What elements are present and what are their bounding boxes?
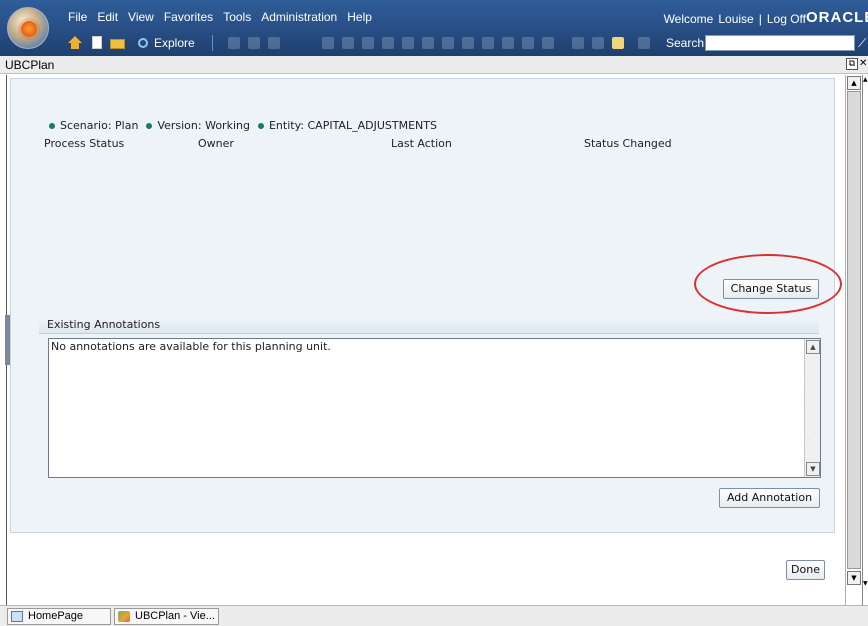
open-folder-icon[interactable]: [110, 36, 125, 50]
notes-icon[interactable]: [612, 37, 624, 49]
planning-unit-panel: Scenario: Plan Version: Working Entity: …: [10, 78, 842, 533]
menu-view[interactable]: View: [128, 10, 154, 26]
search-label: Search: [666, 36, 705, 50]
search-input[interactable]: [705, 35, 855, 51]
scenario-item: Scenario: Plan: [49, 119, 138, 132]
keep-icon: [462, 37, 474, 49]
annotations-header: Existing Annotations: [39, 318, 819, 334]
app-header: File Edit View Favorites Tools Administr…: [0, 0, 868, 56]
explore-icon[interactable]: [136, 36, 150, 50]
restore-window-icon[interactable]: ⧉: [846, 58, 858, 70]
entity-label: Entity: CAPITAL_ADJUSTMENTS: [268, 119, 437, 132]
taskbar-item-ubcplan[interactable]: UBCPlan - Vie...: [114, 608, 219, 625]
column-owner: Owner: [198, 137, 234, 150]
annotations-text: No annotations are available for this pl…: [51, 340, 331, 353]
taskbar-label: UBCPlan - Vie...: [135, 610, 215, 622]
new-document-icon[interactable]: [90, 36, 104, 50]
bullet-icon: [49, 122, 55, 129]
copy-icon: [342, 37, 354, 49]
tab-ubcplan[interactable]: UBCPlan: [5, 58, 54, 72]
search-go-icon[interactable]: ⟋: [858, 36, 868, 50]
filter-icon: [592, 37, 604, 49]
content-frame: Scenario: Plan Version: Working Entity: …: [0, 75, 868, 605]
app-logo-icon[interactable]: [7, 7, 49, 49]
outer-scrollbar[interactable]: ▲ ▼: [862, 75, 868, 605]
taskbar-label: HomePage: [28, 610, 84, 622]
cut-icon: [322, 37, 334, 49]
explore-button[interactable]: Explore: [154, 36, 195, 50]
scroll-up-icon[interactable]: ▲: [847, 76, 861, 90]
toolbar: Explore Search ⟋: [60, 33, 868, 53]
menu-favorites[interactable]: Favorites: [164, 10, 213, 26]
sun-icon: [21, 21, 37, 37]
page-scrollbar[interactable]: ▲ ▼: [845, 75, 862, 605]
context-line: Scenario: Plan Version: Working Entity: …: [49, 119, 437, 132]
user-name: Louise: [718, 12, 754, 26]
ubcplan-icon: [118, 611, 130, 622]
scroll-down-icon[interactable]: ▼: [806, 462, 820, 476]
remove-icon: [482, 37, 494, 49]
print-icon: [268, 37, 280, 49]
add-annotation-button[interactable]: Add Annotation: [719, 488, 820, 508]
column-status-changed: Status Changed: [584, 137, 672, 150]
paste-icon: [362, 37, 374, 49]
save-icon: [228, 37, 240, 49]
menu-administration[interactable]: Administration: [261, 10, 337, 26]
menu-help[interactable]: Help: [347, 10, 372, 26]
bullet-icon: [146, 122, 153, 129]
welcome-area: Welcome Louise | Log Off: [664, 12, 806, 26]
list-icon: [572, 37, 584, 49]
calc-icon: [542, 37, 554, 49]
oracle-logo: ORACLE: [806, 9, 868, 26]
version-label: Version: Working: [157, 119, 250, 132]
close-icon[interactable]: ✕: [859, 58, 868, 70]
logoff-link[interactable]: Log Off: [767, 12, 806, 26]
scroll-up-icon[interactable]: ▲: [863, 76, 868, 88]
zoom-in-icon: [422, 37, 434, 49]
done-button[interactable]: Done: [786, 560, 825, 580]
toolbar-separator: [212, 35, 213, 51]
column-process-status: Process Status: [44, 137, 125, 150]
taskbar-item-homepage[interactable]: HomePage: [7, 608, 111, 625]
menu-tools[interactable]: Tools: [223, 10, 251, 26]
annotations-textarea[interactable]: No annotations are available for this pl…: [48, 338, 821, 478]
welcome-label: Welcome: [663, 12, 714, 26]
pivot-icon: [402, 37, 414, 49]
menu-file[interactable]: File: [68, 10, 87, 26]
welcome-separator: |: [758, 12, 762, 26]
scroll-down-icon[interactable]: ▼: [847, 571, 861, 585]
taskbar: HomePage UBCPlan - Vie...: [0, 605, 868, 626]
adhoc-icon: [382, 37, 394, 49]
refresh-icon: [248, 37, 260, 49]
zoom-out-icon: [442, 37, 454, 49]
homepage-icon: [11, 611, 23, 622]
bullet-icon: [257, 122, 264, 129]
scenario-label: Scenario: Plan: [60, 119, 139, 132]
change-status-button[interactable]: Change Status: [723, 279, 819, 299]
chart-icon: [502, 37, 514, 49]
tab-strip: UBCPlan ⧉ ✕: [0, 56, 868, 74]
home-icon[interactable]: [68, 36, 82, 50]
scroll-thumb[interactable]: [847, 91, 861, 569]
scroll-down-icon[interactable]: ▼: [863, 580, 868, 592]
annotations-scrollbar[interactable]: ▲ ▼: [804, 339, 820, 477]
column-last-action: Last Action: [391, 137, 452, 150]
grid-icon: [522, 37, 534, 49]
version-item: Version: Working: [146, 119, 250, 132]
menu-edit[interactable]: Edit: [97, 10, 118, 26]
annotate-icon: [638, 37, 650, 49]
menu-bar: File Edit View Favorites Tools Administr…: [68, 10, 372, 26]
scroll-up-icon[interactable]: ▲: [806, 340, 820, 354]
entity-item: Entity: CAPITAL_ADJUSTMENTS: [257, 119, 437, 132]
